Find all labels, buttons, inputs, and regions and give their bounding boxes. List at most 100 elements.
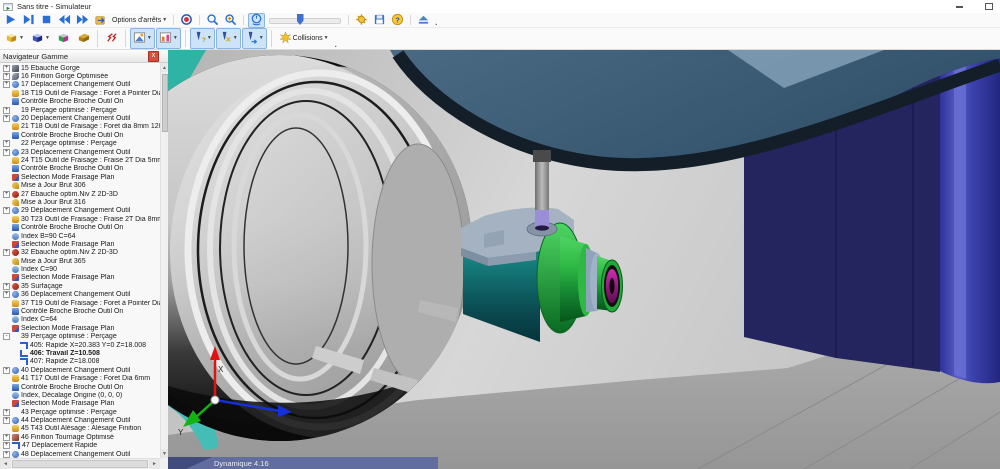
slider-track[interactable] [269,18,341,24]
speed-slider[interactable] [269,14,341,26]
analysis-graph-button[interactable]: ▼ [130,28,155,49]
stop-button[interactable] [38,13,55,28]
speed-control-button[interactable] [248,13,265,28]
horizontal-scrollbar[interactable]: ◄ ► [0,458,160,469]
tree-item[interactable]: Selection Mode Fraisage Plan [0,240,160,248]
chevron-down-icon[interactable]: ▼ [233,36,238,41]
tree-item[interactable]: Mise à Jour Brut 306 [0,181,160,189]
tree-item[interactable]: +20 Déplacement Changement Outil [0,114,160,122]
tree-item[interactable]: +43 Perçage optimisé : Perçage [0,408,160,416]
tree-item[interactable]: Contrôle Broche Broche Outil On [0,307,160,315]
scroll-left-icon[interactable]: ◄ [0,459,11,469]
expand-icon[interactable]: + [3,73,10,80]
tree-item[interactable]: +17 Déplacement Changement Outil [0,81,160,89]
rewind-button[interactable] [56,13,73,28]
tree-item[interactable]: +44 Déplacement Changement Outil [0,416,160,424]
tree-item[interactable]: 24 T15 Outil de Fraisage : Fraise 2T Dia… [0,156,160,164]
tree-item[interactable]: Contrôle Broche Broche Outil On [0,383,160,391]
chevron-down-icon[interactable]: ▼ [324,36,329,41]
chevron-down-icon[interactable]: ▼ [147,36,152,41]
tree-item[interactable]: Mise à Jour Brut 365 [0,257,160,265]
tree-item[interactable]: Contrôle Broche Broche Outil On [0,131,160,139]
minimize-button[interactable] [951,2,967,11]
record-button[interactable] [178,13,195,28]
tool-info-button[interactable]: ?▼ [190,28,215,49]
expand-icon[interactable]: + [3,283,10,290]
zoom-button[interactable] [204,13,221,28]
tree-item[interactable]: +19 Perçage optimisé : Perçage [0,106,160,114]
tree-item[interactable]: Mise à Jour Brut 316 [0,198,160,206]
collapse-icon[interactable]: - [3,333,10,340]
tree-item[interactable]: 41 T17 Outil de Fraisage : Foret Dia 6mm [0,374,160,382]
expand-icon[interactable]: + [3,409,10,416]
tree-item[interactable]: +48 Déplacement Changement Outil [0,450,160,458]
tree-item[interactable]: Index C=64 [0,316,160,324]
show-target-button[interactable]: ▼ [28,28,53,49]
operation-tree[interactable]: +15 Ebauche Gorge+16 Finition Gorge Opti… [0,63,160,458]
show-machine-button[interactable] [74,28,93,49]
tree-item[interactable]: Index B=90 C=64 [0,232,160,240]
tree-item[interactable]: +15 Ebauche Gorge [0,64,160,72]
tree-item[interactable]: +29 Déplacement Changement Outil [0,207,160,215]
tree-item[interactable]: +40 Déplacement Changement Outil [0,366,160,374]
expand-icon[interactable]: + [3,191,10,198]
zoom-window-button[interactable] [222,13,239,28]
expand-icon[interactable]: + [3,442,10,449]
tree-item[interactable]: 406: Travail Z=10.508 [0,349,160,357]
vertical-scroll-thumb[interactable] [162,74,168,132]
tree-item[interactable]: Contrôle Broche Broche Outil On [0,98,160,106]
tree-item[interactable]: 405: Rapide X=20.383 Y=0 Z=18.008 [0,341,160,349]
expand-icon[interactable]: + [3,107,10,114]
tree-item[interactable]: Selection Mode Fraisage Plan [0,324,160,332]
eject-button[interactable] [415,13,432,28]
stop-options-button[interactable]: Options d'arrêts▼ [110,13,169,28]
expand-icon[interactable]: + [3,149,10,156]
chevron-down-icon[interactable]: ▼ [207,36,212,41]
horizontal-scroll-thumb[interactable] [12,460,148,468]
fast-forward-button[interactable] [74,13,91,28]
tree-item[interactable]: Selection Mode Fraisage Plan [0,173,160,181]
expand-icon[interactable]: + [3,115,10,122]
reset-simulation-button[interactable] [92,13,109,28]
play-button[interactable] [2,13,19,28]
tree-item[interactable]: 45 T43 Outil Alésage : Alésage Finition [0,425,160,433]
measure-graph-button[interactable]: ▼ [156,28,181,49]
chevron-down-icon[interactable]: ▼ [162,18,167,23]
tree-item[interactable]: +35 Surfaçage [0,282,160,290]
vertical-scrollbar[interactable]: ▲ ▼ [160,63,168,458]
tool-trace-button[interactable]: ▼ [216,28,241,49]
tree-item[interactable]: 407: Rapide Z=18.008 [0,358,160,366]
tree-item[interactable]: Selection Mode Fraisage Plan [0,274,160,282]
tree-item[interactable]: 37 T19 Outil de Fraisage : Foret à Point… [0,299,160,307]
expand-icon[interactable]: + [3,207,10,214]
chevron-down-icon[interactable]: ▼ [259,36,264,41]
expand-icon[interactable]: + [3,367,10,374]
toolbar-overflow-grip[interactable]: . [335,42,337,48]
tree-item[interactable]: -39 Perçage optimisé : Perçage [0,333,160,341]
tree-item[interactable]: 18 T19 Outil de Fraisage : Foret à Point… [0,89,160,97]
scroll-up-icon[interactable]: ▲ [161,63,168,72]
expand-icon[interactable]: + [3,451,10,458]
tree-item[interactable]: +23 Déplacement Changement Outil [0,148,160,156]
tree-item[interactable]: +46 Finition Tournage Optimisé [0,433,160,441]
chevron-down-icon[interactable]: ▼ [173,36,178,41]
scroll-down-icon[interactable]: ▼ [161,449,168,458]
chevron-down-icon[interactable]: ▼ [19,36,24,41]
tree-item[interactable]: Index, Décalage Origine (0, 0, 0) [0,391,160,399]
expand-icon[interactable]: + [3,249,10,256]
expand-icon[interactable]: + [3,65,10,72]
expand-icon[interactable]: + [3,140,10,147]
toolbar-overflow-grip[interactable]: . [435,20,437,26]
tree-item[interactable]: +47 Déplacement Rapide [0,442,160,450]
options-button[interactable] [353,13,370,28]
tree-item[interactable]: 21 T18 Outil de Fraisage : Foret dia 8mm… [0,123,160,131]
compare-stock-button[interactable] [54,28,73,49]
tree-item[interactable]: +27 Ebauche optim.Niv Z 2D-3D [0,190,160,198]
tree-item[interactable]: Selection Mode Fraisage Plan [0,400,160,408]
tree-item[interactable]: Contrôle Broche Broche Outil On [0,223,160,231]
expand-icon[interactable]: + [3,434,10,441]
tree-item[interactable]: +22 Perçage optimisé : Perçage [0,140,160,148]
help-button[interactable]: ? [389,13,406,28]
tree-item[interactable]: +32 Ebauche optim.Niv Z 2D-3D [0,249,160,257]
close-panel-button[interactable]: x [148,51,159,62]
